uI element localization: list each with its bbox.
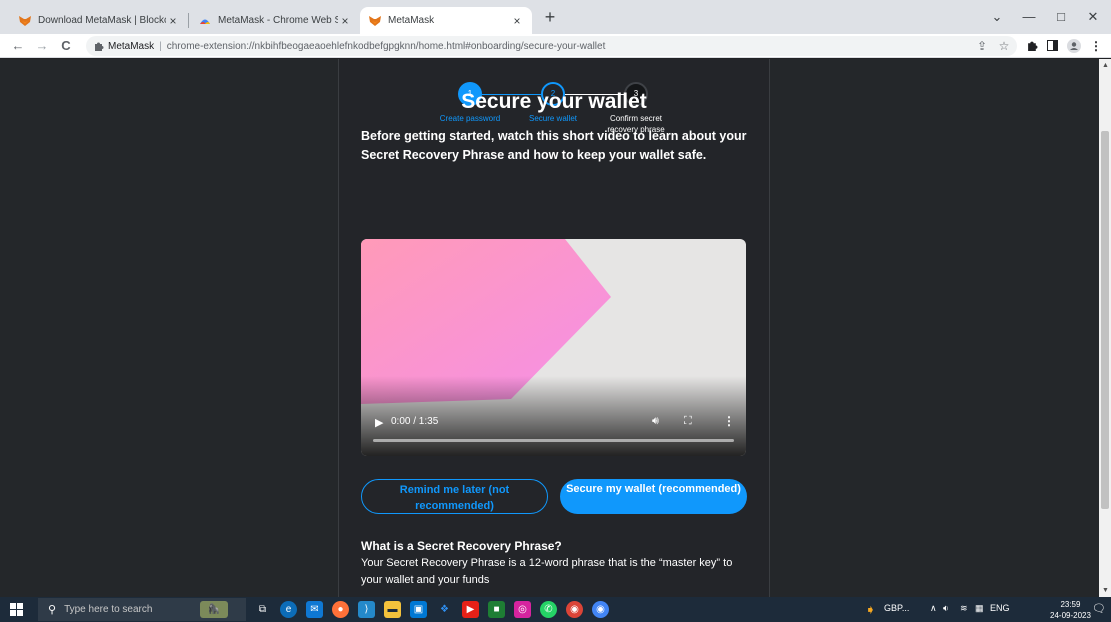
chrome-icon[interactable]: ◉ — [566, 601, 583, 618]
tab-chrome-web-store[interactable]: MetaMask - Chrome Web Store × — [190, 7, 360, 34]
new-tab-button[interactable]: + — [538, 6, 562, 30]
intro-text: Before getting started, watch this short… — [361, 129, 747, 162]
side-panel-icon[interactable] — [1042, 36, 1062, 56]
chrome-active-window-icon[interactable]: ◉ — [592, 601, 609, 618]
back-button[interactable]: ← — [8, 36, 28, 56]
close-window-button[interactable]: ✕ — [1078, 6, 1108, 28]
clock-date: 24-09-2023 — [1050, 611, 1091, 620]
tab-search-dropdown-icon[interactable]: ⌄ — [982, 6, 1012, 28]
wifi-tray-icon[interactable]: ≋ — [960, 603, 968, 614]
page-title: Secure your wallet — [461, 90, 647, 113]
edge-browser-icon[interactable]: e — [280, 601, 297, 618]
clock-time: 23:59 — [1060, 600, 1081, 609]
currency-widget-icon[interactable]: ➧ — [862, 601, 879, 618]
secure-my-wallet-button[interactable]: Secure my wallet (recommended) — [560, 479, 747, 514]
step-1-label: Create password — [439, 114, 501, 123]
profile-avatar-icon[interactable] — [1064, 36, 1084, 56]
notification-center-icon[interactable]: 🗨︎ — [1092, 602, 1106, 615]
tab-title: Download MetaMask | Blockchai — [38, 15, 166, 26]
taskbar-search-placeholder: Type here to search — [64, 604, 153, 615]
language-indicator[interactable]: ENG — [990, 603, 1010, 613]
minimize-button[interactable]: — — [1014, 6, 1044, 28]
video-time: 0:00 / 1:35 — [391, 416, 439, 427]
tab-download-metamask[interactable]: Download MetaMask | Blockchai × — [10, 7, 188, 34]
page-scrollbar[interactable]: ▲ ▼ — [1099, 59, 1111, 597]
step-2-label: Secure wallet — [528, 114, 578, 123]
meet-icon[interactable]: ■ — [488, 601, 505, 618]
forward-button[interactable]: → — [32, 36, 52, 56]
extension-puzzle-icon — [95, 42, 104, 51]
taskbar-clock[interactable]: 23:59 24-09-2023 — [1050, 599, 1091, 621]
search-highlight-image-icon[interactable]: 🦍 — [200, 601, 228, 618]
mail-icon[interactable]: ✉ — [306, 601, 323, 618]
fullscreen-icon[interactable]: ⛶ — [684, 415, 692, 428]
extensions-icon[interactable] — [1022, 36, 1042, 56]
share-icon[interactable]: ⇪ — [972, 36, 992, 56]
instagram-icon[interactable]: ◎ — [514, 601, 531, 618]
file-explorer-icon[interactable]: ▬ — [384, 601, 401, 618]
youtube-icon[interactable]: ▶ — [462, 601, 479, 618]
show-hidden-icons-icon[interactable]: ∧ — [930, 603, 937, 614]
browser-menu-icon[interactable]: ⋮ — [1086, 36, 1106, 56]
maximize-button[interactable]: □ — [1046, 6, 1076, 28]
tab-close-icon[interactable]: × — [510, 14, 524, 28]
network-tray-icon[interactable]: ▦ — [975, 603, 984, 614]
video-progress-bar[interactable] — [373, 439, 734, 442]
task-view-icon[interactable]: ⧉ — [254, 601, 271, 618]
faq-question: What is a Secret Recovery Phrase? — [361, 539, 562, 553]
video-more-options-icon[interactable]: ⋮ — [723, 414, 735, 428]
chrome-web-store-icon — [200, 19, 210, 24]
video-player[interactable]: ▶ 0:00 / 1:35 🔊︎ ⛶ ⋮ — [361, 239, 746, 456]
search-icon: ⚲ — [48, 604, 57, 616]
volume-icon[interactable]: 🔊︎ — [652, 415, 659, 428]
volume-tray-icon[interactable]: 🔉︎ — [943, 603, 949, 614]
scroll-down-arrow-icon[interactable]: ▼ — [1102, 587, 1109, 594]
firefox-icon[interactable]: ● — [332, 601, 349, 618]
tab-close-icon[interactable]: × — [338, 14, 352, 28]
scroll-up-arrow-icon[interactable]: ▲ — [1102, 62, 1109, 69]
windows-taskbar: ⚲ Type here to search 🦍 ⧉ e ✉ ● ⟩ ▬ ▣ ❖ … — [0, 597, 1111, 622]
currency-widget-text[interactable]: GBP... — [884, 603, 909, 613]
windows-start-icon[interactable] — [10, 603, 23, 616]
whatsapp-icon[interactable]: ✆ — [540, 601, 557, 618]
metamask-fox-icon — [19, 15, 31, 26]
remind-me-later-button[interactable]: Remind me later (not recommended) — [361, 479, 548, 514]
browser-tab-strip: Download MetaMask | Blockchai × MetaMask… — [0, 0, 1111, 34]
reload-button[interactable]: C — [56, 36, 76, 56]
tab-metamask[interactable]: MetaMask × — [360, 7, 532, 34]
microsoft-store-icon[interactable]: ▣ — [410, 601, 427, 618]
tab-close-icon[interactable]: × — [166, 14, 180, 28]
address-bar[interactable]: MetaMask | chrome-extension://nkbihfbeog… — [86, 36, 1017, 56]
address-site-name: MetaMask — [108, 40, 155, 52]
tab-separator — [188, 13, 189, 28]
tab-title: MetaMask - Chrome Web Store — [218, 15, 338, 26]
browser-toolbar: ← → C MetaMask | chrome-extension://nkbi… — [0, 34, 1111, 58]
play-icon[interactable]: ▶ — [375, 416, 383, 429]
dropbox-icon[interactable]: ❖ — [436, 601, 453, 618]
tab-title: MetaMask — [388, 15, 435, 26]
faq-answer: Your Secret Recovery Phrase is a 12-word… — [361, 557, 733, 586]
bookmark-star-icon[interactable]: ☆ — [994, 36, 1014, 56]
address-divider: | — [159, 40, 162, 52]
metamask-fox-icon — [369, 15, 381, 26]
vscode-icon[interactable]: ⟩ — [358, 601, 375, 618]
address-url: chrome-extension://nkbihfbeogaeaoehlefnk… — [166, 40, 606, 52]
scrollbar-thumb[interactable] — [1101, 131, 1109, 509]
